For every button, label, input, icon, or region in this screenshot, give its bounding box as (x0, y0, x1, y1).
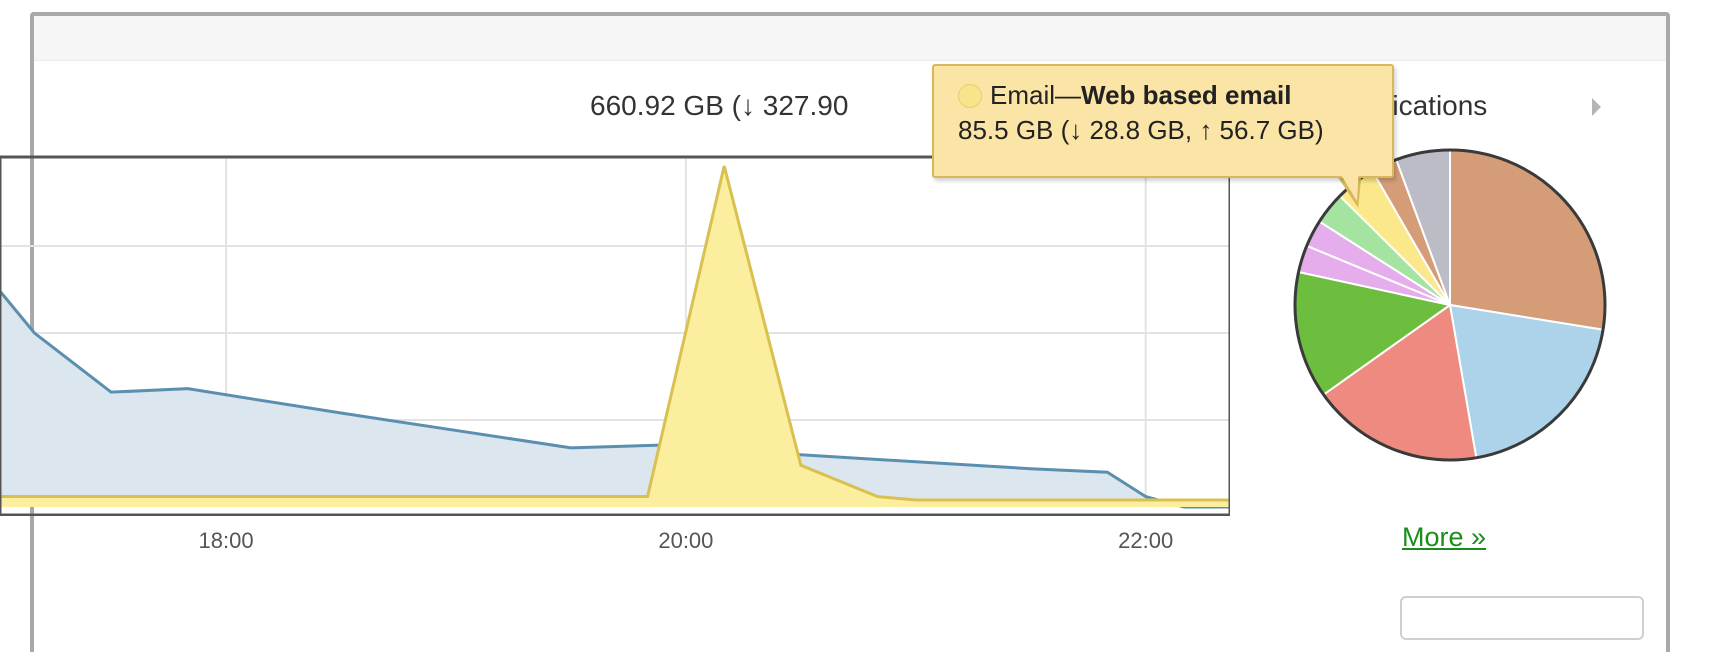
total-traffic-summary: 660.92 GB (↓ 327.90 (590, 90, 849, 121)
tooltip-category: Email— (990, 80, 1082, 110)
traffic-area-chart[interactable] (0, 155, 1230, 516)
x-tick-label: 18:00 (198, 528, 254, 553)
chevron-right-icon[interactable] (1592, 98, 1601, 116)
panel-control[interactable] (1400, 596, 1644, 640)
tooltip-detail: 85.5 GB (↓ 28.8 GB, ↑ 56.7 GB) (958, 115, 1324, 145)
x-tick-label: 20:00 (658, 528, 714, 553)
panel-header-band (34, 16, 1666, 61)
pie-tooltip: Email— Web based email 85.5 GB (↓ 28.8 GB… (932, 64, 1394, 178)
legend-swatch-icon (958, 83, 982, 108)
pie-slice[interactable] (1449, 148, 1606, 331)
tooltip-app-name: Web based email (1081, 80, 1292, 110)
total-traffic-area (0, 291, 1230, 507)
chart-series (0, 165, 1230, 509)
x-tick-label: 22:00 (1118, 528, 1174, 553)
applications-pie-chart[interactable] (1290, 145, 1610, 465)
more-applications-link[interactable]: More » (1402, 522, 1486, 553)
